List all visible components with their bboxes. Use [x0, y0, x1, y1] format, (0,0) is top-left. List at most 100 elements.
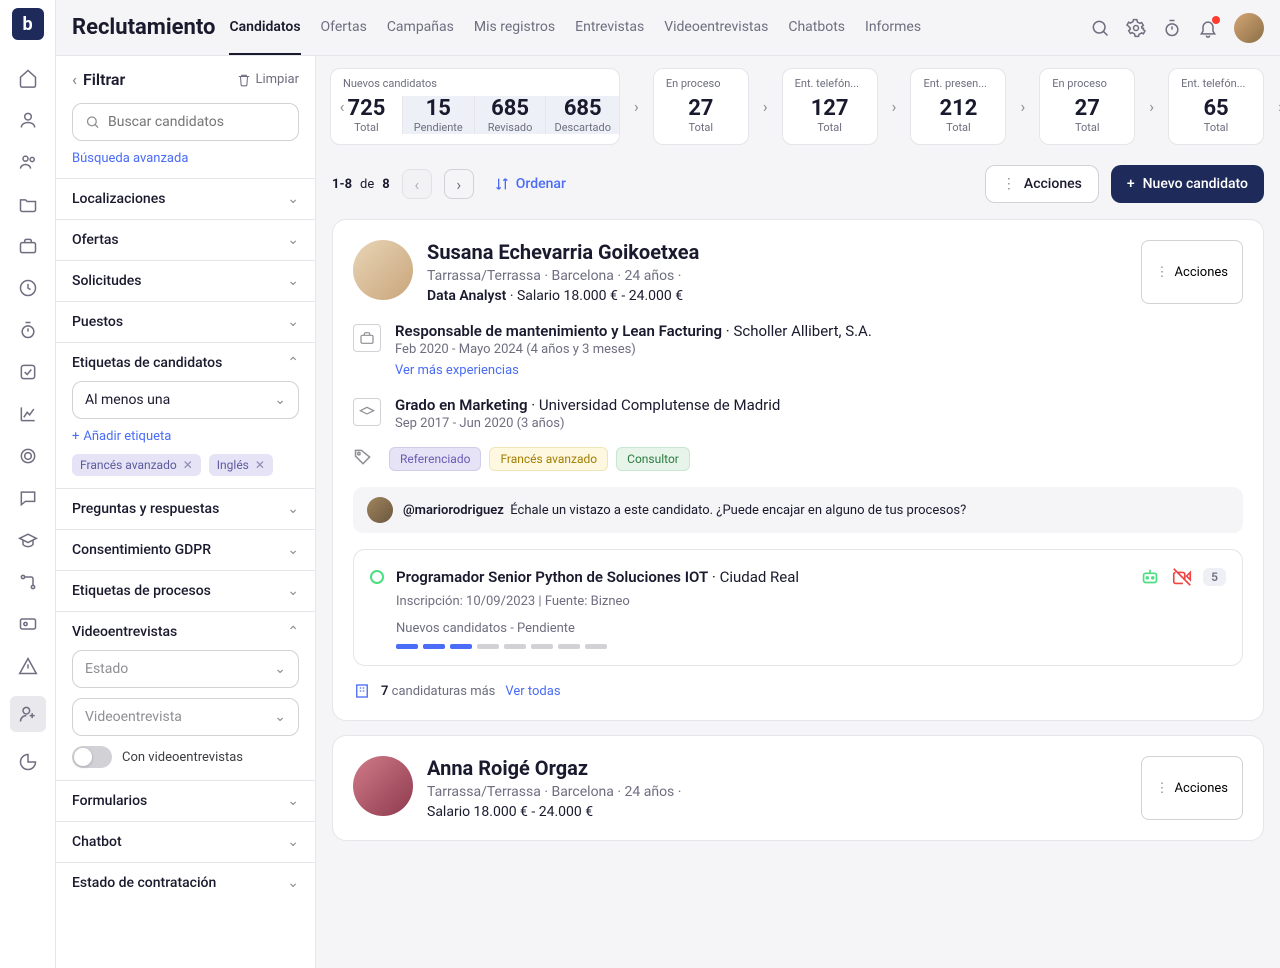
- remove-tag-icon[interactable]: ✕: [183, 458, 193, 472]
- pie-icon[interactable]: [16, 750, 40, 774]
- tab-entrevistas[interactable]: Entrevistas: [575, 1, 644, 55]
- filter-formularios[interactable]: Formularios⌄: [56, 780, 315, 821]
- chevron-left-icon[interactable]: ‹: [72, 70, 77, 89]
- section-toggle[interactable]: Etiquetas de candidatos: [72, 355, 222, 371]
- progress-step: [504, 644, 526, 649]
- video-off-icon[interactable]: [1171, 566, 1193, 588]
- pager-total: 8: [382, 177, 389, 192]
- add-tag-button[interactable]: +Añadir etiqueta: [72, 429, 299, 444]
- stage-prev-icon[interactable]: ‹: [333, 92, 351, 122]
- mention-user[interactable]: @mariorodriguez: [403, 503, 504, 518]
- chevron-down-icon: ⌄: [287, 542, 299, 558]
- stage-next-icon[interactable]: ›: [1147, 97, 1156, 116]
- tag-mode-select[interactable]: Al menos una⌄: [72, 381, 299, 419]
- id-icon[interactable]: [16, 612, 40, 636]
- card-actions-button[interactable]: ⋮Acciones: [1141, 240, 1243, 304]
- advanced-search-link[interactable]: Búsqueda avanzada: [56, 151, 315, 178]
- users-icon[interactable]: [16, 150, 40, 174]
- home-icon[interactable]: [16, 66, 40, 90]
- candidate-name[interactable]: Anna Roigé Orgaz: [427, 756, 1127, 780]
- filter-ofertas[interactable]: Ofertas⌄: [56, 219, 315, 260]
- candidate-tag[interactable]: Referenciado: [389, 447, 481, 471]
- filter-preguntas[interactable]: Preguntas y respuestas⌄: [56, 488, 315, 529]
- candidate-name[interactable]: Susana Echevarria Goikoetxea: [427, 240, 1127, 264]
- stage-card[interactable]: Ent. presen...212Total: [910, 68, 1006, 145]
- stopwatch-icon[interactable]: [1162, 18, 1182, 38]
- stage-next-icon[interactable]: ›: [1276, 97, 1280, 116]
- clock-icon[interactable]: [16, 276, 40, 300]
- bell-icon[interactable]: [1198, 18, 1218, 38]
- warning-icon[interactable]: [16, 654, 40, 678]
- stage-sublabel: Total: [1177, 121, 1255, 134]
- sort-button[interactable]: Ordenar: [494, 176, 566, 192]
- filter-puestos[interactable]: Puestos⌄: [56, 301, 315, 342]
- academic-icon[interactable]: [16, 528, 40, 552]
- clear-button[interactable]: Limpiar: [237, 72, 299, 87]
- filter-gdpr[interactable]: Consentimiento GDPR⌄: [56, 529, 315, 570]
- filter-etiquetas-procesos[interactable]: Etiquetas de procesos⌄: [56, 570, 315, 611]
- search-icon[interactable]: [1090, 18, 1110, 38]
- stage-next-icon[interactable]: ›: [1018, 97, 1027, 116]
- check-icon[interactable]: [16, 360, 40, 384]
- card-actions-button[interactable]: ⋮Acciones: [1141, 756, 1243, 820]
- briefcase-icon[interactable]: [16, 234, 40, 258]
- tab-chatbots[interactable]: Chatbots: [788, 1, 845, 55]
- filter-estado-contratacion[interactable]: Estado de contratación⌄: [56, 862, 315, 903]
- recruit-icon[interactable]: [10, 696, 46, 732]
- stage-next-icon[interactable]: ›: [761, 97, 770, 116]
- filter-solicitudes[interactable]: Solicitudes⌄: [56, 260, 315, 301]
- tab-campanas[interactable]: Campañas: [387, 1, 454, 55]
- chevron-up-icon[interactable]: ⌃: [287, 355, 299, 371]
- tab-informes[interactable]: Informes: [865, 1, 921, 55]
- stage-card[interactable]: Ent. telefón...65Total: [1168, 68, 1264, 145]
- flow-icon[interactable]: [16, 570, 40, 594]
- remove-tag-icon[interactable]: ✕: [255, 458, 265, 472]
- candidate-avatar[interactable]: [353, 240, 413, 300]
- candidate-card: Susana Echevarria Goikoetxea Tarrassa/Te…: [332, 219, 1264, 721]
- video-toggle[interactable]: [72, 746, 112, 768]
- more-experiences-link[interactable]: Ver más experiencias: [395, 363, 1243, 378]
- timer-icon[interactable]: [16, 318, 40, 342]
- mention-text: Échale un vistazo a este candidato. ¿Pue…: [510, 503, 966, 518]
- stage-label: En proceso: [1040, 69, 1134, 92]
- candidate-avatar[interactable]: [353, 756, 413, 816]
- candidate-tag[interactable]: Consultor: [616, 447, 690, 471]
- stage-label: Ent. telefón...: [1169, 69, 1263, 92]
- progress-step: [585, 644, 607, 649]
- section-toggle[interactable]: Videoentrevistas: [72, 624, 177, 640]
- user-icon[interactable]: [16, 108, 40, 132]
- filter-chatbot[interactable]: Chatbot⌄: [56, 821, 315, 862]
- video-select[interactable]: Videoentrevista⌄: [72, 698, 299, 736]
- tab-candidatos[interactable]: Candidatos: [229, 1, 300, 55]
- view-all-link[interactable]: Ver todas: [505, 684, 560, 699]
- new-candidate-button[interactable]: +Nuevo candidato: [1111, 165, 1264, 203]
- stage-row: Nuevos candidatos725Total15Pendiente685R…: [316, 56, 1280, 157]
- stage-card[interactable]: Nuevos candidatos725Total15Pendiente685R…: [330, 68, 620, 145]
- tab-videoentrevistas[interactable]: Videoentrevistas: [664, 1, 768, 55]
- tab-ofertas[interactable]: Ofertas: [321, 1, 367, 55]
- user-avatar[interactable]: [1234, 13, 1264, 43]
- search-input[interactable]: [108, 114, 286, 130]
- stage-next-icon[interactable]: ›: [632, 97, 641, 116]
- list-toolbar: 1-8 de 8 ‹ › Ordenar ⋮Acciones +Nuevo ca…: [316, 157, 1280, 211]
- stage-next-icon[interactable]: ›: [890, 97, 899, 116]
- chevron-up-icon[interactable]: ⌃: [287, 624, 299, 640]
- stage-card[interactable]: Ent. telefón...127Total: [782, 68, 878, 145]
- prev-page-button[interactable]: ‹: [402, 169, 432, 199]
- bot-icon[interactable]: [1139, 566, 1161, 588]
- folder-icon[interactable]: [16, 192, 40, 216]
- stage-card[interactable]: En proceso27Total: [1039, 68, 1135, 145]
- next-page-button[interactable]: ›: [444, 169, 474, 199]
- actions-button[interactable]: ⋮Acciones: [985, 165, 1099, 203]
- gear-icon[interactable]: [1126, 18, 1146, 38]
- search-input-wrapper[interactable]: [72, 103, 299, 141]
- target-icon[interactable]: [16, 444, 40, 468]
- chart-icon[interactable]: [16, 402, 40, 426]
- chat-icon[interactable]: [16, 486, 40, 510]
- process-box[interactable]: Programador Senior Python de Soluciones …: [353, 549, 1243, 666]
- tab-mis-registros[interactable]: Mis registros: [474, 1, 555, 55]
- stage-card[interactable]: En proceso27Total: [653, 68, 749, 145]
- candidate-tag[interactable]: Francés avanzado: [489, 447, 608, 471]
- estado-select[interactable]: Estado⌄: [72, 650, 299, 688]
- filter-localizaciones[interactable]: Localizaciones⌄: [56, 178, 315, 219]
